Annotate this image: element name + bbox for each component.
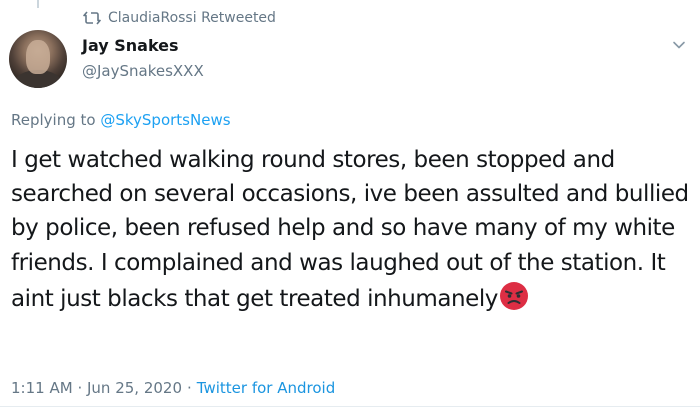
chevron-down-icon[interactable] <box>670 36 688 54</box>
tweet-time: 1:11 AM <box>11 379 73 397</box>
retweeter-link[interactable]: ClaudiaRossi Retweeted <box>108 10 276 26</box>
retweet-icon <box>83 11 101 25</box>
user-avatar[interactable] <box>9 30 67 88</box>
thread-connector-line <box>37 0 39 8</box>
author-handle[interactable]: @JaySnakesXXX <box>82 62 204 80</box>
tweet-meta: 1:11 AM · Jun 25, 2020 · Twitter for And… <box>11 379 335 397</box>
angry-face-emoji <box>498 280 530 312</box>
tweet-source-link[interactable]: Twitter for Android <box>197 379 335 397</box>
meta-separator: · <box>77 379 83 397</box>
meta-separator: · <box>187 379 192 397</box>
tweet-text: I get watched walking round stores, been… <box>11 143 691 316</box>
tweet-divider <box>0 406 700 407</box>
retweet-context: ClaudiaRossi Retweeted <box>83 8 276 28</box>
replying-to-label: Replying to <box>11 111 96 129</box>
replying-to-mention-link[interactable]: @SkySportsNews <box>100 111 230 129</box>
tweet-timestamp-link[interactable]: 1:11 AM · Jun 25, 2020 <box>11 379 182 397</box>
tweet-date: Jun 25, 2020 <box>87 379 183 397</box>
replying-to-line: Replying to @SkySportsNews <box>11 111 231 129</box>
tweet-body: I get watched walking round stores, been… <box>11 147 689 312</box>
author-display-name[interactable]: Jay Snakes <box>82 36 179 55</box>
